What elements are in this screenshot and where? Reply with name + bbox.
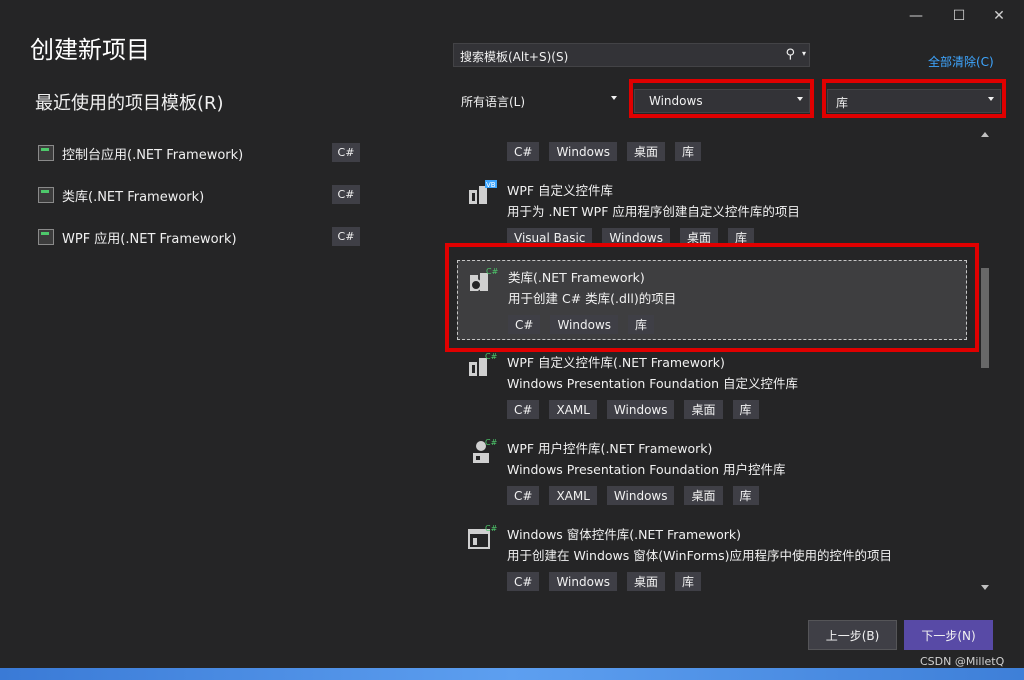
tag: Windows [606,486,675,505]
recent-item-wpf-app[interactable]: WPF 应用(.NET Framework) C# [38,226,368,248]
tag: C# [507,142,540,161]
back-button[interactable]: 上一步(B) [808,620,897,650]
svg-text:C#: C# [485,524,497,533]
scroll-up-icon[interactable] [981,132,989,137]
template-item-winforms-control-library[interactable]: C# Windows 窗体控件库(.NET Framework) 用于创建在 W… [453,518,975,593]
next-button[interactable]: 下一步(N) [904,620,993,650]
template-item[interactable]: C# Windows 桌面 库 [453,128,975,168]
tag: 库 [675,572,702,591]
template-name: WPF 用户控件库(.NET Framework) [507,441,713,456]
tag: 库 [675,142,702,161]
tag: 桌面 [684,400,723,419]
tag: XAML [549,486,597,505]
tag: 桌面 [684,486,723,505]
control-library-csharp-icon: C# [469,352,497,376]
tag: Windows [549,142,618,161]
tag: Windows [549,572,618,591]
language-tag: C# [332,185,360,204]
recent-item-class-library[interactable]: 类库(.NET Framework) C# [38,184,368,206]
template-list: C# Windows 桌面 库 VB WPF 自定义控件库 用于为 .NET W… [453,128,975,593]
desktop-taskbar-strip [0,668,1024,680]
template-name: Windows 窗体控件库(.NET Framework) [507,527,742,542]
search-input[interactable]: 搜索模板(Alt+S)(S) ⚲ ▾ [453,43,810,67]
template-item-wpf-user-control-library[interactable]: C# WPF 用户控件库(.NET Framework) Windows Pre… [453,432,975,512]
tag: 库 [732,400,759,419]
language-tag: C# [332,227,360,246]
tag-list: C# XAML Windows 桌面 库 [507,400,759,419]
recent-item-label: WPF 应用(.NET Framework) [62,231,237,247]
tag: C# [507,486,540,505]
recent-item-label: 类库(.NET Framework) [62,189,205,205]
template-description: 用于创建在 Windows 窗体(WinForms)应用程序中使用的控件的项目 [507,548,892,563]
search-icon[interactable]: ⚲ [785,47,795,62]
tag: 库 [732,486,759,505]
watermark: CSDN @MilletQ [920,655,1005,668]
close-button[interactable]: ✕ [985,4,1013,28]
winforms-control-library-icon: C# [468,524,497,549]
tag-list: C# XAML Windows 桌面 库 [507,486,759,505]
tag: Windows [606,400,675,419]
template-description: Windows Presentation Foundation 自定义控件库 [507,376,798,391]
control-library-vb-icon: VB [469,180,497,204]
recent-item-console-app[interactable]: 控制台应用(.NET Framework) C# [38,142,368,164]
scroll-down-icon[interactable] [981,585,989,590]
tag: 桌面 [627,142,666,161]
console-app-icon [38,145,54,161]
search-placeholder: 搜索模板(Alt+S)(S) [460,50,569,64]
recent-item-label: 控制台应用(.NET Framework) [62,147,244,163]
highlight-box-selected-template [445,243,979,352]
user-control-library-icon: C# [473,438,497,463]
template-list-scrollbar[interactable] [979,130,991,594]
minimize-button[interactable]: — [902,4,930,28]
template-item-wpf-custom-control-library-netfx[interactable]: C# WPF 自定义控件库(.NET Framework) Windows Pr… [453,346,975,426]
tag-list: C# Windows 桌面 库 [507,142,702,161]
tag: XAML [549,400,597,419]
tag: C# [507,572,540,591]
search-dropdown-icon[interactable]: ▾ [802,49,806,58]
tag: C# [507,400,540,419]
wpf-app-icon [38,229,54,245]
template-name: WPF 自定义控件库(.NET Framework) [507,355,725,370]
svg-text:VB: VB [486,181,496,189]
template-name: WPF 自定义控件库 [507,183,614,198]
class-library-icon [38,187,54,203]
recent-templates-heading: 最近使用的项目模板(R) [35,93,224,114]
language-filter-dropdown[interactable]: 所有语言(L) [453,89,623,113]
scrollbar-thumb[interactable] [981,268,989,368]
highlight-box-platform [629,79,814,118]
template-item-wpf-custom-control-library[interactable]: VB WPF 自定义控件库 用于为 .NET WPF 应用程序创建自定义控件库的… [453,174,975,254]
highlight-box-project-type [822,79,1006,118]
template-description: 用于为 .NET WPF 应用程序创建自定义控件库的项目 [507,204,800,219]
template-description: Windows Presentation Foundation 用户控件库 [507,462,786,477]
svg-text:C#: C# [485,352,497,361]
page-title: 创建新项目 [30,36,150,64]
chevron-down-icon [611,96,617,100]
svg-text:C#: C# [485,438,497,447]
clear-all-link[interactable]: 全部清除(C) [928,53,994,70]
language-filter-value: 所有语言(L) [461,95,526,109]
tag-list: C# Windows 桌面 库 [507,572,702,591]
language-tag: C# [332,143,360,162]
maximize-button[interactable]: ☐ [945,4,973,28]
tag: 桌面 [627,572,666,591]
